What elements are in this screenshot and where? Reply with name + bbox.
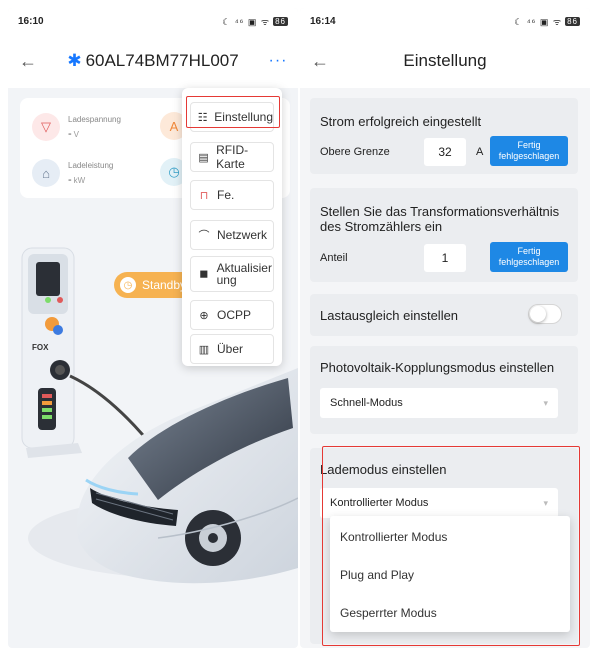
update-icon: ◼ — [199, 268, 209, 280]
menu-item-delete[interactable]: ⊓ Fe. — [190, 180, 274, 210]
menu-item-rfid[interactable]: ▤ RFID-Karte — [190, 142, 274, 172]
brand-logo: FOX — [32, 343, 49, 352]
card-title: Strom erfolgreich eingestellt — [320, 114, 482, 129]
pv-mode-card: Photovoltaik-Kopplungsmodus einstellen S… — [310, 346, 578, 434]
voltage-icon: ▽ — [32, 113, 60, 141]
page-title: Einstellung — [403, 51, 487, 70]
upper-limit-label: Obere Grenze — [320, 146, 390, 158]
battery-icon: 86 — [565, 16, 580, 26]
info-icon: ▥ — [198, 343, 210, 356]
menu-item-label: Aktualisierung — [216, 261, 272, 287]
ratio-card: Stellen Sie das Transformationsverhältni… — [310, 188, 578, 282]
device-id: 60AL74BM77HL007 — [85, 51, 239, 70]
menu-item-label: Fe. — [217, 188, 235, 202]
status-time: 16:10 — [18, 15, 44, 27]
metric-power: ⌂ Ladeleistung - kW — [20, 150, 150, 196]
card-icon: ▤ — [198, 151, 209, 164]
trash-icon: ⊓ — [199, 189, 209, 202]
right-screen: 16:14 ☾ ⁴⁶ ▣ ᯤ 86 ← Einstellung Strom er… — [300, 8, 590, 648]
menu-item-label: OCPP — [217, 308, 252, 322]
menu-item-label: Netzwerk — [217, 228, 268, 242]
pv-mode-select[interactable]: Schnell-Modus ▾ — [320, 388, 558, 418]
back-button[interactable]: ← — [300, 51, 340, 72]
current-card: Strom erfolgreich eingestellt Obere Gren… — [310, 98, 578, 174]
highlight-box — [186, 96, 280, 128]
clock-icon: ◷ — [120, 277, 136, 293]
metric-label: Ladeleistung — [68, 160, 114, 170]
ratio-input[interactable]: 1 — [424, 244, 466, 272]
chevron-down-icon: ▾ — [543, 397, 548, 408]
status-icons: ☾ ⁴⁶ ▣ ᯤ 86 — [514, 16, 580, 27]
status-icons: ☾ ⁴⁶ ▣ ᯤ 86 — [222, 16, 288, 27]
upper-limit-input[interactable]: 32 — [424, 138, 466, 166]
metric-value: - kW — [68, 173, 86, 186]
back-button[interactable]: ← — [8, 51, 48, 72]
status-time: 16:14 — [310, 15, 336, 27]
unit-label: A — [476, 146, 484, 158]
more-menu-button[interactable]: ··· — [258, 52, 298, 70]
page-title: ✱ 60AL74BM77HL007 — [48, 51, 258, 71]
card-title: Stellen Sie das Transformationsverhältni… — [320, 204, 560, 234]
globe-icon: ⊕ — [199, 309, 209, 322]
network-icon: ⌒ — [198, 230, 210, 242]
battery-icon: 86 — [273, 16, 288, 26]
metric-value: -V — [68, 127, 80, 140]
selected-value: Schnell-Modus — [330, 397, 403, 409]
menu-item-label: RFID-Karte — [216, 143, 249, 171]
load-balance-toggle[interactable] — [528, 304, 562, 324]
load-balance-label: Lastausgleich einstellen — [320, 308, 459, 323]
left-screen: 16:10 ☾ ⁴⁶ ▣ ᯤ 86 ← ✱ 60AL74BM77HL007 ···… — [8, 8, 298, 648]
ratio-label: Anteil — [320, 252, 348, 264]
submit-ratio-button[interactable]: Fertig fehlgeschlagen — [490, 242, 568, 272]
status-bar: 16:14 ☾ ⁴⁶ ▣ ᯤ 86 — [300, 8, 590, 34]
status-bar: 16:10 ☾ ⁴⁶ ▣ ᯤ 86 — [8, 8, 298, 34]
menu-item-ueber[interactable]: ▥ Über — [190, 334, 274, 364]
submit-current-button[interactable]: Fertig fehlgeschlagen — [490, 136, 568, 166]
menu-item-netzwerk[interactable]: ⌒ Netzwerk — [190, 220, 274, 250]
menu-item-label: Über — [217, 342, 244, 356]
menu-item-ocpp[interactable]: ⊕ OCPP — [190, 300, 274, 330]
card-title: Photovoltaik-Kopplungsmodus einstellen — [320, 360, 555, 375]
more-menu: ☷ Einstellung ▤ RFID-Karte ⊓ Fe. ⌒ Netzwerk … — [182, 88, 282, 366]
nav-bar: ← ✱ 60AL74BM77HL007 ··· — [8, 34, 298, 88]
metric-voltage: ▽ Ladespannung -V — [20, 104, 150, 150]
load-balance-card: Lastausgleich einstellen — [310, 294, 578, 336]
menu-item-aktualisierung[interactable]: ◼ Aktualisierung — [190, 256, 274, 292]
bluetooth-icon: ✱ — [67, 51, 82, 70]
highlight-box — [322, 446, 580, 646]
nav-bar: ← Einstellung — [300, 34, 590, 88]
standby-label: Standby — [142, 278, 187, 292]
power-icon: ⌂ — [32, 159, 60, 187]
metric-label: Ladespannung — [68, 114, 121, 124]
